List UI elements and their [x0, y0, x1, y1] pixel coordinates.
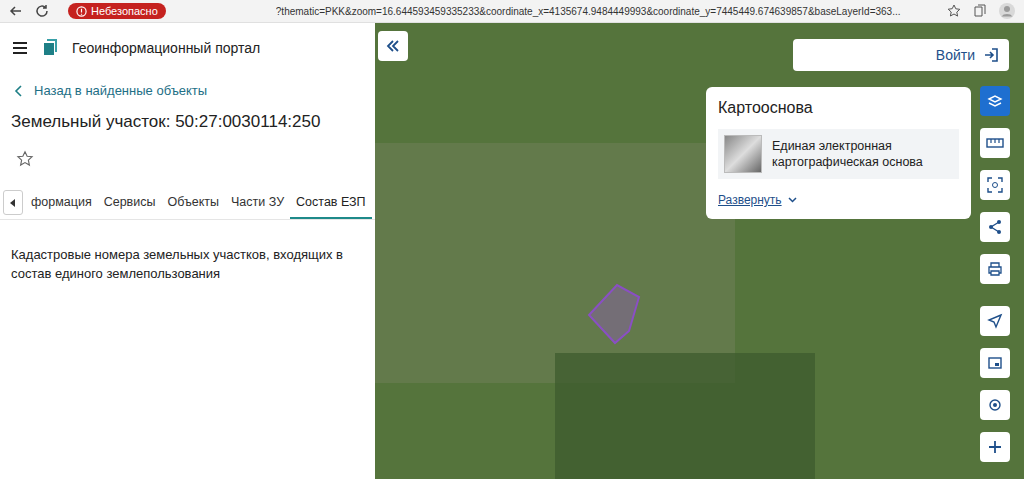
chevron-left-icon — [14, 85, 24, 97]
expand-link[interactable]: Развернуть — [718, 193, 959, 207]
portal-header: Геоинформационный портал — [0, 23, 375, 57]
select-button[interactable] — [980, 170, 1010, 200]
tab-scroll-button[interactable] — [3, 190, 23, 215]
gps-icon — [987, 397, 1003, 413]
scroll-left-icon — [10, 199, 16, 207]
double-chevron-left-icon — [386, 40, 400, 52]
share-button[interactable] — [980, 212, 1010, 242]
collections-icon[interactable] — [972, 3, 988, 19]
address-bar[interactable]: ?thematic=PKK&zoom=16.644593459335233&co… — [276, 6, 936, 17]
object-title: Земельный участок: 50:27:0030114:250 — [0, 98, 375, 132]
tab[interactable]: Сервисы — [98, 190, 162, 219]
map-toolbar — [980, 86, 1010, 462]
tab[interactable]: Объекты — [161, 190, 225, 219]
layout-button[interactable] — [980, 348, 1010, 378]
tab[interactable]: Части ЗУ — [225, 190, 290, 219]
layer-thumbnail — [724, 135, 762, 173]
parcel-polygon[interactable] — [585, 279, 645, 349]
warning-icon — [76, 6, 87, 17]
browser-window: Небезопасно ?thematic=PKK&zoom=16.6445934… — [0, 0, 1024, 479]
collapse-panel-button[interactable] — [378, 31, 408, 61]
ruler-icon — [986, 137, 1004, 149]
gps-button[interactable] — [980, 390, 1010, 420]
area-select-icon — [987, 177, 1003, 193]
login-button[interactable]: Войти — [793, 39, 1009, 71]
ruler-button[interactable] — [980, 128, 1010, 158]
section-text: Кадастровые номера земельных участков, в… — [0, 220, 375, 284]
layers-icon — [987, 93, 1003, 109]
map[interactable]: Войти КартоосноваЕдиная электронная карто… — [375, 23, 1024, 479]
print-icon — [987, 261, 1003, 277]
login-icon — [983, 47, 999, 63]
back-arrow-icon[interactable] — [8, 3, 24, 19]
reload-icon[interactable] — [34, 3, 50, 19]
print-button[interactable] — [980, 254, 1010, 284]
security-badge[interactable]: Небезопасно — [68, 3, 166, 19]
profile-icon[interactable] — [998, 2, 1016, 20]
tab[interactable]: Состав ЕЗП — [290, 190, 371, 219]
zoom-in-icon — [988, 440, 1002, 454]
basemap-card: КартоосноваЕдиная электронная картографи… — [706, 87, 971, 219]
layout-icon — [987, 355, 1003, 371]
browser-toolbar: Небезопасно ?thematic=PKK&zoom=16.6445934… — [0, 0, 1024, 23]
tab-bar: формацияСервисыОбъектыЧасти ЗУСостав ЕЗП — [0, 190, 375, 220]
tab[interactable]: формация — [25, 190, 98, 219]
favorite-star-icon[interactable] — [16, 150, 34, 168]
chevron-down-icon — [788, 197, 797, 203]
locate-button[interactable] — [980, 306, 1010, 336]
menu-icon[interactable] — [12, 41, 28, 55]
navigation-arrow-icon — [987, 313, 1003, 329]
bookmark-star-icon[interactable] — [946, 3, 962, 19]
plus-button[interactable] — [980, 432, 1010, 462]
side-panel: Геоинформационный порталНазад в найденны… — [0, 23, 375, 479]
layers-button[interactable] — [980, 86, 1010, 116]
basemap-layer[interactable]: Единая электронная картографическая осно… — [718, 129, 959, 179]
back-link[interactable]: Назад в найденные объекты — [0, 57, 375, 98]
share-icon — [987, 219, 1003, 235]
portal-logo-icon — [42, 39, 58, 57]
